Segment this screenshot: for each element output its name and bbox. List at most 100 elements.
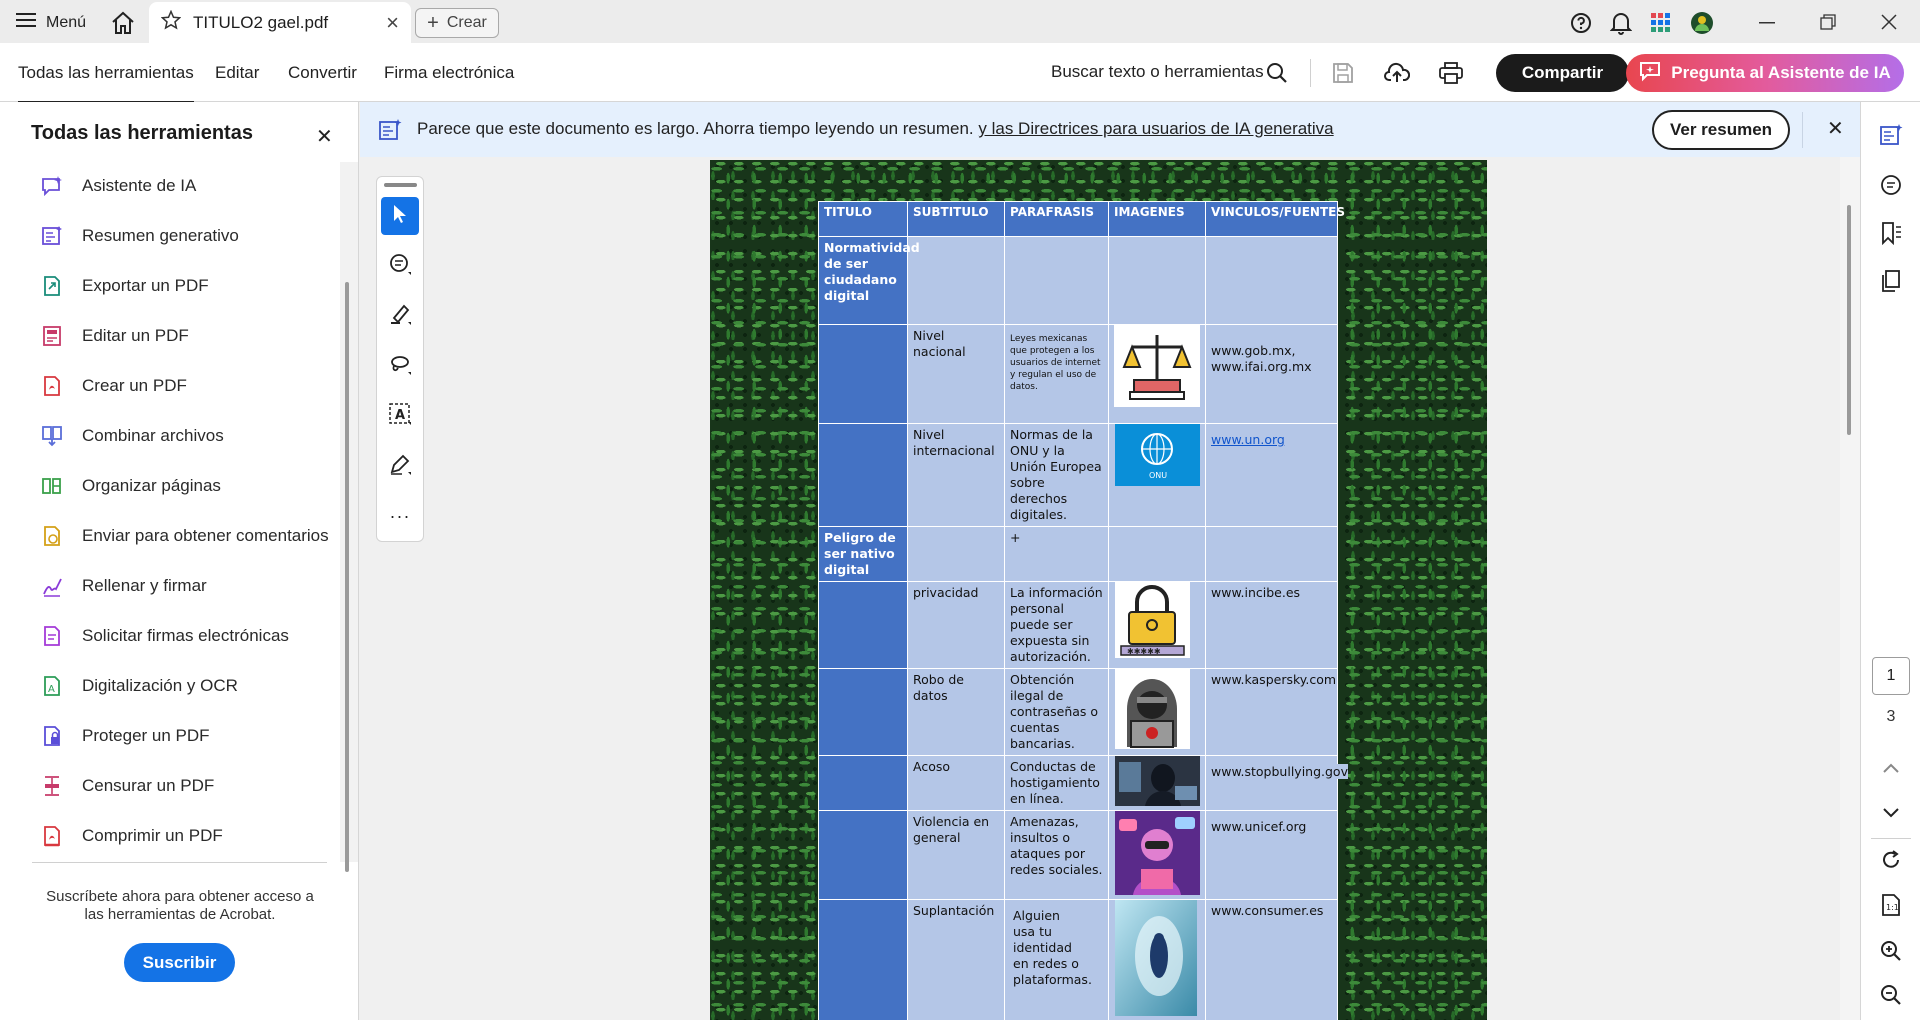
tool-combine-files[interactable]: Combinar archivos [40, 422, 224, 450]
text-box-tool[interactable]: A [381, 397, 419, 435]
ai-guidelines-link[interactable]: y las Directrices para usuarios de IA ge… [978, 119, 1333, 138]
sign-tool[interactable] [381, 447, 419, 485]
share-button[interactable]: Compartir [1496, 54, 1629, 92]
document-tab[interactable]: TITULO2 gael.pdf × [149, 2, 411, 43]
tool-export-pdf[interactable]: Exportar un PDF [40, 272, 209, 300]
close-banner-icon[interactable]: ✕ [1827, 116, 1844, 141]
print-icon[interactable] [1436, 58, 1466, 88]
svg-text:1:1: 1:1 [1886, 903, 1899, 912]
cell-imagen [1108, 755, 1206, 811]
search-tools-label[interactable]: Buscar texto o herramientas [1051, 62, 1264, 82]
avatar[interactable] [1690, 10, 1714, 36]
tab-edit[interactable]: Editar [215, 63, 259, 83]
current-page-input[interactable]: 1 [1872, 657, 1910, 695]
view-summary-button[interactable]: Ver resumen [1652, 110, 1790, 150]
star-icon[interactable] [160, 9, 182, 35]
close-panel-icon[interactable]: ✕ [316, 124, 333, 149]
tool-protect-pdf[interactable]: Proteger un PDF [40, 722, 210, 750]
help-icon[interactable] [1570, 10, 1592, 36]
drag-handle[interactable] [384, 183, 417, 187]
header-parafrasis: PARAFRASIS [1004, 201, 1109, 237]
tool-compress-pdf[interactable]: Comprimir un PDF [40, 822, 223, 850]
tool-send-comments[interactable]: Enviar para obtener comentarios [40, 522, 329, 550]
comments-rail-icon[interactable] [1878, 172, 1904, 198]
apps-grid-icon[interactable] [1650, 10, 1672, 36]
scrollbar-thumb[interactable] [345, 282, 349, 872]
tool-fill-sign[interactable]: Rellenar y firmar [40, 572, 207, 600]
close-window-icon[interactable] [1874, 8, 1904, 36]
tools-scrollbar[interactable] [340, 162, 358, 872]
more-tools[interactable]: ··· [381, 497, 419, 535]
pages-rail-icon[interactable] [1878, 268, 1904, 294]
cursor-icon [390, 203, 410, 230]
minimize-icon[interactable] [1752, 8, 1782, 36]
bookmarks-rail-icon[interactable] [1878, 220, 1904, 246]
create-button[interactable]: + Crear [415, 8, 499, 38]
table-row: Violencia en general Amenazas, insultos … [818, 810, 1338, 900]
page-up-icon[interactable] [1878, 755, 1904, 781]
menu-button[interactable]: Menú [16, 12, 86, 33]
select-tool[interactable] [381, 197, 419, 235]
bell-icon[interactable] [1610, 10, 1632, 36]
tool-label: Exportar un PDF [82, 276, 209, 295]
tool-label: Enviar para obtener comentarios [82, 526, 329, 545]
save-icon[interactable] [1328, 58, 1358, 88]
ai-summary-rail-icon[interactable] [1878, 122, 1904, 148]
cell-titulo [818, 668, 908, 756]
tool-request-signatures[interactable]: Solicitar firmas electrónicas [40, 622, 289, 650]
upload-cloud-icon[interactable] [1382, 58, 1412, 88]
cell-imagen [1108, 324, 1206, 424]
comment-tool[interactable] [381, 247, 419, 285]
subscribe-text: Suscríbete ahora para obtener acceso a l… [46, 888, 314, 923]
cell-vinculo [1205, 236, 1338, 325]
subscribe-button[interactable]: Suscribir [124, 943, 235, 982]
zoom-out-icon[interactable] [1878, 982, 1904, 1008]
un-link[interactable]: www.un.org [1211, 432, 1285, 447]
cell-imagen [1108, 810, 1206, 900]
document-scrollbar[interactable] [1840, 157, 1860, 1020]
cell-vinculo: www.consumer.es [1205, 899, 1338, 1020]
home-icon[interactable] [110, 10, 136, 36]
panel-divider [32, 862, 327, 863]
table-row: Peligro de ser nativo digital + [818, 526, 1338, 582]
tool-organize-pages[interactable]: Organizar páginas [40, 472, 221, 500]
tool-edit-pdf[interactable]: Editar un PDF [40, 322, 189, 350]
tab-close-icon[interactable]: × [386, 10, 399, 36]
zoom-in-icon[interactable] [1878, 938, 1904, 964]
scales-of-justice-icon [1114, 325, 1200, 407]
tool-scan-ocr[interactable]: A Digitalización y OCR [40, 672, 238, 700]
main-toolbar: Todas las herramientas Editar Convertir … [0, 43, 1920, 103]
tab-e-sign[interactable]: Firma electrónica [384, 63, 514, 83]
highlight-tool[interactable] [381, 297, 419, 335]
cell-parafrasis: Alguien usa tu identidad en redes o plat… [1004, 899, 1109, 1020]
fit-page-icon[interactable]: 1:1 [1878, 892, 1904, 918]
tool-label: Organizar páginas [82, 476, 221, 495]
tool-generative-summary[interactable]: Resumen generativo [40, 222, 239, 250]
cell-parafrasis: Obtención ilegal de contraseñas o cuenta… [1004, 668, 1109, 756]
tool-ai-assistant[interactable]: Asistente de IA [40, 172, 196, 200]
restore-icon[interactable] [1813, 8, 1843, 36]
cell-imagen: ONU [1108, 423, 1206, 527]
cell-parafrasis: La información personal puede ser expues… [1004, 581, 1109, 669]
summary-icon [378, 118, 402, 147]
tab-convert[interactable]: Convertir [288, 63, 357, 83]
tab-all-tools[interactable]: Todas las herramientas [18, 63, 194, 103]
table-row: privacidad La información personal puede… [818, 581, 1338, 669]
cell-subtitulo: Nivel internacional [907, 423, 1005, 527]
table-row: Robo de datos Obtención ilegal de contra… [818, 668, 1338, 756]
ai-chat-icon [1639, 60, 1661, 87]
cell-vinculo: www.incibe.es [1205, 581, 1338, 669]
page-down-icon[interactable] [1878, 800, 1904, 826]
header-subtitulo: SUBTITULO [907, 201, 1005, 237]
tool-create-pdf[interactable]: Crear un PDF [40, 372, 187, 400]
plus-icon: + [427, 11, 439, 34]
tool-redact-pdf[interactable]: Censurar un PDF [40, 772, 214, 800]
send-comments-icon [40, 524, 64, 548]
draw-tool[interactable] [381, 347, 419, 385]
rotate-icon[interactable] [1878, 847, 1904, 873]
right-rail: 1 3 1:1 [1860, 102, 1920, 1020]
tool-label: Crear un PDF [82, 376, 187, 395]
ask-ai-button[interactable]: Pregunta al Asistente de IA [1626, 54, 1904, 92]
scrollbar-thumb[interactable] [1847, 205, 1851, 435]
search-icon[interactable] [1262, 58, 1292, 88]
